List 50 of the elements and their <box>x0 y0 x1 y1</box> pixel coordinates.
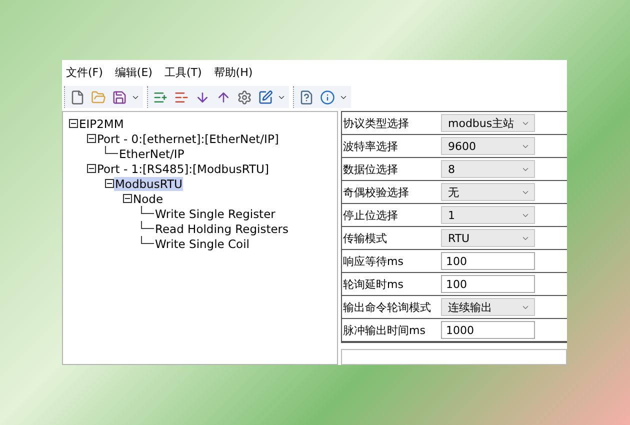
tree-item[interactable]: Write Single Register <box>154 206 276 220</box>
list-add-icon <box>152 90 168 104</box>
tree-item[interactable]: Read Holding Registers <box>154 222 290 236</box>
tree-item[interactable]: Port - 1:[RS485]:[ModbusRTU] <box>96 162 270 176</box>
property-label: 脉冲输出时间ms <box>342 322 426 338</box>
info-button[interactable] <box>318 88 336 106</box>
collapse-icon[interactable] <box>123 194 132 203</box>
menu-item[interactable]: 编辑(E) <box>114 65 152 80</box>
gear-icon <box>236 90 252 104</box>
property-label: 奇偶校验选择 <box>342 184 410 200</box>
dropdown[interactable]: 9600 <box>441 137 535 155</box>
input-field[interactable]: 100 <box>441 252 535 270</box>
tree-item[interactable]: Write Single Coil <box>154 236 250 250</box>
dropdown[interactable]: modbus主站 <box>441 114 535 132</box>
menu-item[interactable]: 帮助(H) <box>214 65 253 80</box>
gear-button[interactable] <box>235 88 253 106</box>
input-field[interactable]: 100 <box>441 275 535 293</box>
tree-item[interactable]: EIP2MM <box>78 116 125 130</box>
collapse-icon[interactable] <box>87 134 96 143</box>
info-icon <box>320 90 334 104</box>
property-label: 传输模式 <box>342 230 388 246</box>
tree-item[interactable]: ModbusRTU <box>114 176 184 190</box>
dropdown[interactable]: 无 <box>441 183 535 201</box>
property-label: 轮询延时ms <box>342 276 404 292</box>
save-icon <box>112 90 126 104</box>
document-icon <box>70 90 84 104</box>
menu-item[interactable]: 文件(F) <box>66 65 103 80</box>
input-field[interactable]: 1000 <box>441 321 535 339</box>
property-label: 波特率选择 <box>342 138 399 154</box>
collapse-icon[interactable] <box>105 179 114 188</box>
property-label: 停止位选择 <box>342 208 399 222</box>
collapse-icon[interactable] <box>69 119 78 128</box>
folder-icon <box>90 90 106 104</box>
tree-item[interactable]: Port - 0:[ethernet]:[EtherNet/IP] <box>96 132 280 146</box>
dropdown[interactable]: 8 <box>441 160 535 178</box>
property-label: 响应等待ms <box>342 254 404 268</box>
property-label: 协议类型选择 <box>342 116 410 130</box>
property-label: 输出命令轮询模式 <box>342 300 432 314</box>
help-document-icon <box>298 90 314 104</box>
property-label: 数据位选择 <box>342 162 399 176</box>
arrow-down-icon <box>194 90 210 104</box>
collapse-icon[interactable] <box>87 164 96 173</box>
menu-item[interactable]: 工具(T) <box>164 65 202 80</box>
list-remove-icon <box>174 90 188 104</box>
edit-icon <box>258 90 272 104</box>
dropdown[interactable]: 连续输出 <box>441 298 535 316</box>
tree-item[interactable]: Node <box>132 192 164 206</box>
dropdown[interactable]: RTU <box>441 229 535 247</box>
dropdown[interactable]: 1 <box>441 206 535 224</box>
tree-item[interactable]: EtherNet/IP <box>118 146 186 160</box>
